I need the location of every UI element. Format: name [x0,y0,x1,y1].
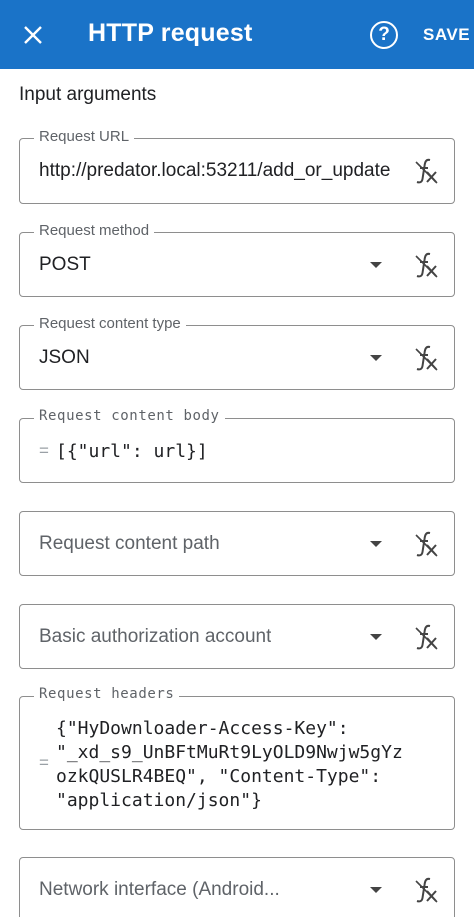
request-method-field[interactable]: Request method POST [19,222,455,297]
request-content-type-field[interactable]: Request content type JSON [19,315,455,390]
app-bar: HTTP request ? SAVE [0,0,474,69]
function-icon[interactable] [412,157,440,185]
arrow-drop-down-icon[interactable] [370,887,382,893]
request-content-type-value[interactable]: JSON [39,347,90,369]
request-content-body-field[interactable]: Request content body = [{"url": url}] [19,408,455,483]
equals-sign: = [39,753,49,772]
request-url-field[interactable]: Request URL http://predator.local:53211/… [19,128,455,204]
request-content-body-label: Request content body [34,408,225,424]
save-button[interactable]: SAVE [423,25,470,45]
request-content-path-field[interactable]: Request content path [19,511,455,576]
request-content-body-value[interactable]: [{"url": url}] [56,440,208,463]
basic-auth-account-field[interactable]: Basic authorization account [19,604,455,669]
arrow-drop-down-icon[interactable] [370,541,382,547]
request-headers-line-4[interactable]: "application/json"} [56,789,262,812]
function-icon[interactable] [412,876,440,904]
request-url-value[interactable]: http://predator.local:53211/add_or_updat… [39,160,399,182]
request-headers-line-1[interactable]: {"HyDownloader-Access-Key": [56,717,349,740]
request-content-type-label: Request content type [34,315,186,332]
page-title: HTTP request [88,19,253,47]
arrow-drop-down-icon[interactable] [370,634,382,640]
section-title: Input arguments [19,84,157,105]
arrow-drop-down-icon[interactable] [370,262,382,268]
request-url-label: Request URL [34,128,135,145]
network-interface-placeholder: Network interface (Android... [39,879,280,900]
equals-sign: = [39,441,49,460]
help-icon[interactable]: ? [370,21,398,49]
request-method-value[interactable]: POST [39,254,91,276]
basic-auth-account-placeholder: Basic authorization account [39,626,272,647]
arrow-drop-down-icon[interactable] [370,355,382,361]
request-method-label: Request method [34,222,155,239]
request-content-path-placeholder: Request content path [39,533,220,554]
network-interface-field[interactable]: Network interface (Android... [19,857,455,917]
request-headers-label: Request headers [34,686,180,702]
function-icon[interactable] [412,251,440,279]
request-headers-line-2[interactable]: "_xd_s9_UnBFtMuRt9LyOLD9Nwjw5gYz [56,741,403,764]
function-icon[interactable] [412,344,440,372]
function-icon[interactable] [412,530,440,558]
request-headers-field[interactable]: Request headers = {"HyDownloader-Access-… [19,686,455,830]
function-icon[interactable] [412,623,440,651]
close-icon[interactable] [18,20,48,50]
request-headers-line-3[interactable]: ozkQUSLR4BEQ", "Content-Type": [56,765,381,788]
